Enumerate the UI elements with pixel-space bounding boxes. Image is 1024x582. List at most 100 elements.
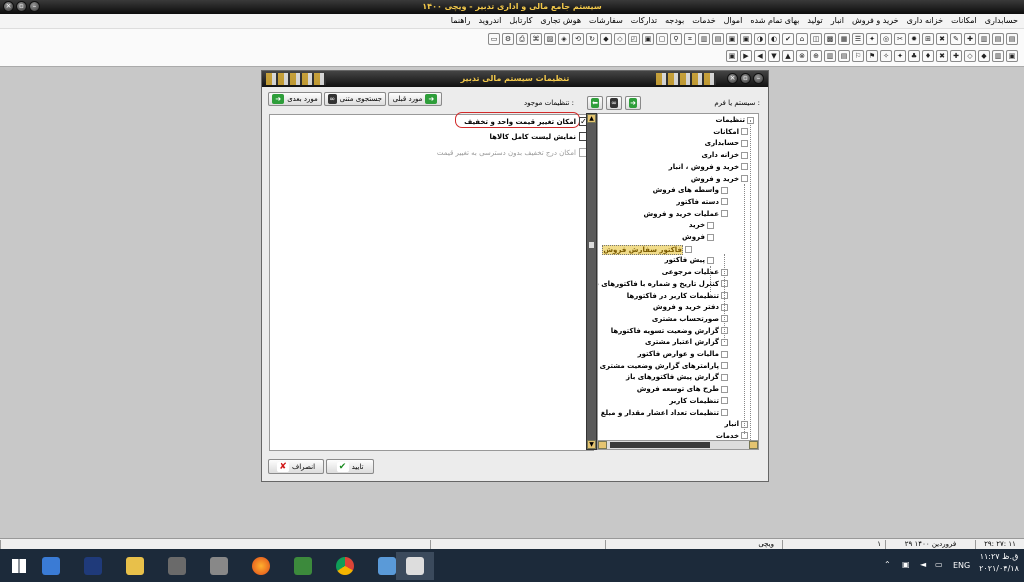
tree-expander-icon[interactable] (721, 397, 728, 405)
tree-expander-icon[interactable] (707, 233, 714, 241)
next-button[interactable]: ➜ مورد بعدی (268, 92, 322, 106)
toolbar-tool-icon[interactable]: ⌗ (684, 33, 696, 45)
scroll-grip[interactable] (589, 242, 594, 248)
toolbar-tool-icon[interactable]: ▣ (740, 33, 752, 45)
menu-item[interactable]: خدمات (688, 14, 719, 27)
toolbar-tool-icon[interactable]: ⚙ (502, 33, 514, 45)
tree-item[interactable]: گزارش وضعیت تسویه فاکتورها (611, 327, 728, 335)
toolbar-tool-icon[interactable]: ⌘ (530, 33, 542, 45)
tree-expander-icon[interactable] (685, 246, 692, 254)
tree-expander-icon[interactable] (721, 373, 728, 381)
tree-item[interactable]: واسطه های فروش (653, 186, 728, 194)
clock-time[interactable]: ۱۱:۲۷ ق.ظ (978, 552, 1020, 561)
toolbar-tool-icon[interactable]: ⎙ (516, 33, 528, 45)
tree-item[interactable]: مالیات و عوارض فاکتور (638, 350, 728, 358)
toolbar-tool-icon[interactable]: ◇ (964, 50, 976, 62)
tree-item[interactable]: پیش فاکتور (665, 256, 714, 264)
tray-chevron-icon[interactable]: ⌃ (884, 560, 891, 569)
option-change-price-discount[interactable]: امکان تغییر قیمت واحد و تخفیف ✓ (464, 117, 588, 126)
option-show-full-items-list[interactable]: نمایش لیست کامل کالاها (490, 132, 588, 141)
clock-date[interactable]: ۲۰۲۱/۰۴/۱۸ (976, 564, 1022, 573)
toolbar-tool-icon[interactable]: ▣ (1006, 50, 1018, 62)
tree-expander-icon[interactable] (741, 175, 748, 182)
toolbar-tool-icon[interactable]: ▣ (642, 33, 654, 45)
toolbar-tool-icon[interactable]: ◐ (768, 33, 780, 45)
menu-item[interactable]: بهای تمام شده (746, 14, 803, 27)
tree-item[interactable]: عملیات خرید و فروش (643, 210, 728, 218)
toolbar-tool-icon[interactable]: ✖ (936, 50, 948, 62)
scroll-down-icon[interactable]: ▼ (587, 440, 596, 449)
toolbar-tool-icon[interactable]: ♣ (908, 50, 920, 62)
toolbar-tool-icon[interactable]: ⊞ (922, 33, 934, 45)
tree-item[interactable]: طرح های توسعه فروش (637, 385, 728, 393)
taskbar-tadbir-active[interactable] (396, 552, 434, 580)
tree-expander-icon[interactable] (721, 210, 728, 218)
tray-power-icon[interactable]: ▭ (935, 560, 943, 569)
tree-item[interactable]: عملیات مرجوعی (662, 268, 728, 276)
taskbar-firefox[interactable] (242, 552, 280, 580)
menu-item[interactable]: بودجه (661, 14, 688, 27)
previous-button[interactable]: مورد قبلی ➜ (388, 92, 442, 106)
toolbar-tool-icon[interactable]: ♦ (922, 50, 934, 62)
tree-expander-icon[interactable] (741, 139, 748, 147)
input-language[interactable]: ENG (953, 561, 970, 570)
tree-item[interactable]: فروش (682, 233, 714, 241)
toolbar-tool-icon[interactable]: ⌂ (796, 33, 808, 45)
toolbar-tool-icon[interactable]: ⚐ (852, 50, 864, 62)
taskbar-tools[interactable] (200, 552, 238, 580)
tree-item[interactable]: حسابداری (705, 139, 748, 147)
toolbar-tool-icon[interactable]: ✧ (880, 50, 892, 62)
toolbar-tool-icon[interactable]: ✖ (936, 33, 948, 45)
toolbar-tool-icon[interactable]: ▣ (726, 50, 738, 62)
taskbar-app[interactable] (284, 552, 322, 580)
tree-expander-icon[interactable] (721, 186, 728, 194)
taskbar-chrome[interactable] (326, 552, 364, 580)
toolbar-tool-icon[interactable]: ✚ (964, 33, 976, 45)
toolbar-tool-icon[interactable]: ↻ (586, 33, 598, 45)
tree-expander-icon[interactable] (721, 385, 728, 393)
horizontal-scrollbar[interactable] (598, 440, 758, 449)
menu-item[interactable]: تدارکات (627, 14, 661, 27)
toolbar-tool-icon[interactable]: ▲ (782, 50, 794, 62)
toolbar-tool-icon[interactable]: ▨ (544, 33, 556, 45)
toolbar-tool-icon[interactable]: ◰ (628, 33, 640, 45)
tray-network-icon[interactable]: ▣ (902, 560, 910, 569)
toolbar-tool-icon[interactable]: ▣ (726, 33, 738, 45)
tree-item[interactable]: تنظیمات کاربر (669, 397, 728, 405)
toolbar-tool-icon[interactable]: ✹ (908, 33, 920, 45)
toolbar-tool-icon[interactable]: ✎ (950, 33, 962, 45)
menu-item[interactable]: تولید (803, 14, 826, 27)
taskbar-app[interactable] (158, 552, 196, 580)
toolbar-tool-icon[interactable]: ◇ (614, 33, 626, 45)
toolbar-tool-icon[interactable]: ⚑ (866, 50, 878, 62)
toolbar-tool-icon[interactable]: ▶ (740, 50, 752, 62)
tree-expander-icon[interactable] (721, 362, 728, 370)
toolbar-tool-icon[interactable]: ✦ (866, 33, 878, 45)
toolbar-tool-icon[interactable]: ◈ (558, 33, 570, 45)
tree-item[interactable]: تنظیمات کاربر در فاکتورها (627, 292, 728, 300)
menu-item[interactable]: امکانات (947, 14, 981, 27)
taskbar-powershell[interactable] (74, 552, 112, 580)
tree-expander-icon[interactable] (721, 198, 728, 206)
tree-expander-icon[interactable] (707, 221, 714, 229)
toolbar-tool-icon[interactable]: ▥ (698, 33, 710, 45)
toolbar-tool-icon[interactable]: ◀ (754, 50, 766, 62)
toolbar-tool-icon[interactable]: ✦ (894, 50, 906, 62)
toolbar-tool-icon[interactable]: ▤ (712, 33, 724, 45)
toolbar-tool-icon[interactable]: ◎ (880, 33, 892, 45)
toolbar-tool-icon[interactable]: ▥ (824, 50, 836, 62)
tree-item[interactable]: خزانه داری (701, 151, 748, 159)
scroll-left-icon[interactable] (598, 441, 607, 449)
tree-item-selected[interactable]: فاکتور سفارش فروش (602, 244, 692, 255)
taskbar-file-explorer[interactable] (116, 552, 154, 580)
tree-expander-icon[interactable] (741, 151, 748, 159)
menu-item[interactable]: خزانه داری (903, 14, 948, 27)
toolbar-tool-icon[interactable]: ▤ (1006, 33, 1018, 45)
tree-expander-icon[interactable] (741, 163, 748, 171)
toolbar-tool-icon[interactable]: ▭ (488, 33, 500, 45)
scroll-right-icon[interactable] (749, 441, 758, 449)
toolbar-tool-icon[interactable]: ▼ (768, 50, 780, 62)
toolbar-tool-icon[interactable]: ▤ (838, 50, 850, 62)
toolbar-tool-icon[interactable]: ◫ (810, 33, 822, 45)
tree-item[interactable]: خرید (689, 221, 714, 229)
